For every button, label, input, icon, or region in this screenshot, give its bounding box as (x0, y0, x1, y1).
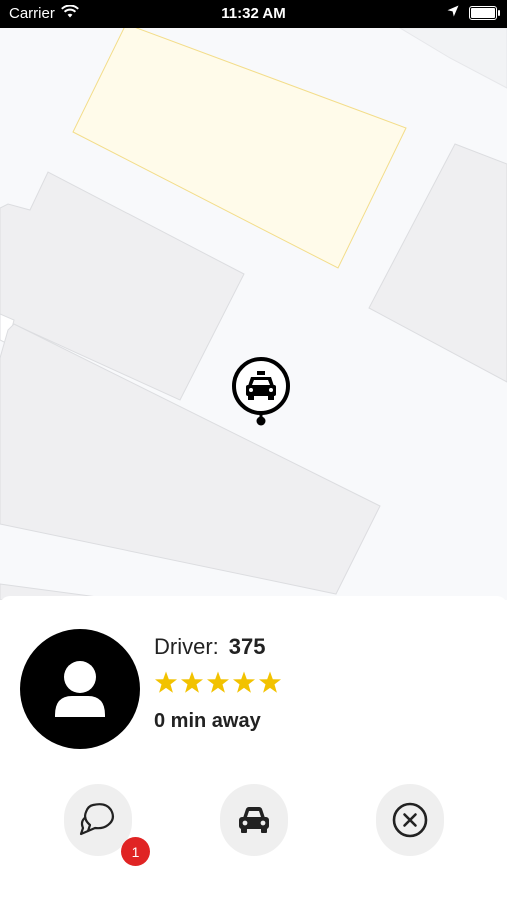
star-icon (207, 671, 229, 693)
taxi-marker-icon[interactable] (230, 356, 292, 428)
status-time: 11:32 AM (221, 5, 286, 22)
chat-bubbles-icon (79, 803, 115, 836)
driver-eta: 0 min away (154, 710, 261, 732)
close-circle-icon (392, 802, 428, 838)
status-bar: Carrier 11:32 AM (0, 0, 507, 28)
map-building (368, 143, 507, 383)
map-buildings (0, 28, 507, 600)
person-icon (55, 661, 105, 717)
driver-rating (154, 671, 282, 694)
star-icon (233, 671, 255, 693)
location-arrow-icon (447, 4, 459, 21)
cancel-ride-button[interactable] (376, 784, 444, 856)
car-button[interactable] (220, 784, 288, 856)
driver-number: 375 (228, 634, 266, 659)
map-view[interactable] (0, 28, 507, 600)
star-icon (259, 671, 281, 693)
driver-avatar[interactable] (20, 629, 140, 749)
battery-icon (469, 5, 500, 20)
map-building (399, 28, 507, 89)
driver-label: Driver: (154, 634, 219, 659)
car-icon (239, 807, 269, 833)
star-icon (181, 671, 203, 693)
driver-line: Driver: 375 (154, 634, 266, 660)
chat-badge: 1 (121, 837, 150, 866)
driver-info-sheet: Driver: 375 0 min away 1 (0, 596, 507, 900)
star-icon (155, 671, 177, 693)
